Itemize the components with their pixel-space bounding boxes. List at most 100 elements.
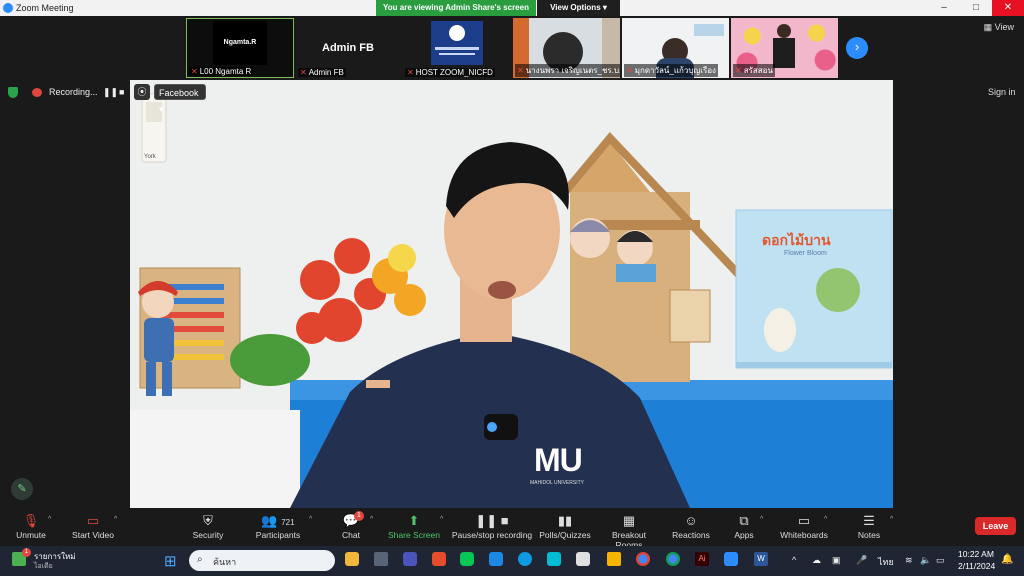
edge-browser-icon[interactable] [518, 552, 532, 566]
mic-muted-icon: ✕ [300, 68, 307, 77]
view-button[interactable]: ▦ View [984, 22, 1014, 33]
shirt-subtext: MAHIDOL UNIVERSITY [530, 480, 584, 486]
leave-button[interactable]: Leave [975, 517, 1016, 535]
word-app-icon[interactable]: W [754, 552, 768, 566]
search-icon: ⌕ [197, 554, 203, 565]
minimize-icon[interactable]: – [928, 0, 960, 16]
participants-chevron-icon[interactable]: ^ [309, 516, 312, 523]
nicfd-logo [431, 21, 483, 65]
video-off-icon: ▭ [86, 513, 100, 528]
apps-button[interactable]: ⧉ Apps [732, 513, 756, 540]
share-chevron-icon[interactable]: ^ [440, 516, 443, 523]
whiteboards-button[interactable]: ▭ Whiteboards [778, 513, 830, 540]
share-banner: You are viewing Admin Share's screen [376, 0, 536, 16]
audio-options-chevron-icon[interactable]: ^ [48, 516, 51, 523]
whiteboards-chevron-icon[interactable]: ^ [824, 516, 827, 523]
polls-label: Polls/Quizzes [539, 530, 591, 540]
unmute-button[interactable]: 🎙 Unmute [12, 513, 50, 540]
polls-icon: ▮▮ [557, 513, 573, 528]
illustrator-app-icon[interactable]: Ai [695, 552, 709, 566]
breakout-rooms-button[interactable]: ▦ Breakout Rooms [598, 513, 660, 550]
chat-chevron-icon[interactable]: ^ [370, 516, 373, 523]
app-icon[interactable] [547, 552, 561, 566]
polls-button[interactable]: ▮▮ Polls/Quizzes [538, 513, 592, 540]
unmute-label: Unmute [16, 530, 46, 540]
cloud-icon[interactable]: ☁ [812, 555, 821, 566]
windows-taskbar [0, 546, 1024, 576]
tray-app-icon[interactable]: ▣ [832, 555, 841, 566]
whiteboards-label: Whiteboards [780, 530, 828, 540]
participant-name: ✕ มุกดาวัลน์_แก้วบุญเรือง [624, 64, 718, 77]
participants-count: 721 [281, 518, 295, 527]
participant-tile[interactable]: ✕ สรัสสอน [731, 18, 838, 78]
app-icon[interactable] [432, 552, 446, 566]
participant-name: ✕ HOST ZOOM_NICFD [405, 68, 495, 77]
apps-chevron-icon[interactable]: ^ [760, 516, 763, 523]
notification-bell-icon[interactable]: 🔔 [1001, 554, 1013, 565]
annotate-pen-icon[interactable]: ✎ [11, 478, 33, 500]
taskbar-search-box[interactable]: ⌕ ค้นหา [189, 550, 335, 571]
input-language[interactable]: ไทย [878, 555, 894, 569]
mail-app-icon[interactable] [489, 552, 503, 566]
encryption-shield-icon[interactable] [8, 87, 18, 98]
pause-recording-label: Pause/stop recording [451, 530, 533, 540]
participants-label: Participants [255, 530, 301, 540]
clock-date[interactable]: 2/11/2024 [958, 561, 995, 571]
start-video-label: Start Video [72, 530, 114, 540]
share-screen-label: Share Screen [388, 530, 440, 540]
breakout-rooms-icon: ▦ [622, 513, 636, 528]
pause-stop-recording-button[interactable]: ❚❚ ■ Pause/stop recording [450, 513, 534, 540]
store-app-icon[interactable] [576, 552, 590, 566]
windows-start-icon[interactable]: ⊞ [164, 552, 177, 570]
view-options-label: View Options [550, 3, 601, 12]
participant-strip [0, 16, 1024, 80]
teams-app-icon[interactable] [403, 552, 417, 566]
battery-icon[interactable]: ▭ [936, 555, 945, 566]
wifi-icon[interactable]: ≋ [905, 555, 913, 566]
participant-tile[interactable]: ✕ มุกดาวัลน์_แก้วบุญเรือง [622, 18, 729, 78]
participant-tile[interactable]: Admin FB ✕ Admin FB [296, 18, 400, 78]
chrome-browser-icon[interactable] [666, 552, 680, 566]
shared-video: York MU MAHIDOL UNIVERSITY ดอกไม้บาน Flo… [130, 80, 893, 508]
search-placeholder: ค้นหา [213, 557, 237, 567]
view-options-button[interactable]: View Options ▾ [537, 0, 620, 16]
participant-tile[interactable]: ✕ HOST ZOOM_NICFD [403, 18, 511, 78]
volume-icon[interactable]: 🔈 [920, 555, 931, 566]
participant-tile[interactable]: Ngamta.R ✕ L00 Ngamta R [186, 18, 294, 78]
participants-button[interactable]: 👥 721 Participants [252, 513, 304, 540]
mic-muted-icon: ✕ [517, 66, 524, 75]
mic-muted-icon: 🎙 [22, 513, 40, 528]
task-view-icon[interactable] [374, 552, 388, 566]
close-icon[interactable]: ✕ [992, 0, 1024, 16]
start-video-button[interactable]: ▭ Start Video [66, 513, 120, 540]
maximize-icon[interactable]: □ [960, 0, 992, 16]
microphone-icon[interactable]: 🎤 [856, 555, 867, 566]
widgets-app-icon[interactable] [345, 552, 359, 566]
participant-name: ✕ สรัสสอน [733, 64, 775, 77]
notes-icon: ☰ [863, 513, 875, 528]
line-app-icon[interactable] [460, 552, 474, 566]
stop-icon[interactable]: ■ [119, 87, 124, 97]
zoom-app-icon[interactable] [724, 552, 738, 566]
facebook-livestream-button[interactable]: Facebook ▾ [154, 84, 206, 114]
pause-icon[interactable]: ❚❚ [103, 87, 118, 98]
window-title: Zoom Meeting [16, 3, 74, 13]
chat-badge: 1 [354, 511, 364, 521]
security-button[interactable]: ⛨ Security [188, 513, 228, 540]
sign-in-link[interactable]: Sign in [988, 87, 1016, 97]
video-options-chevron-icon[interactable]: ^ [114, 516, 117, 523]
mic-muted-icon: ✕ [626, 66, 633, 75]
clock-time[interactable]: 10:22 AM [958, 549, 994, 559]
share-screen-button[interactable]: ⬆ Share Screen [386, 513, 442, 540]
reactions-button[interactable]: ☺ Reactions [670, 513, 712, 540]
chrome-browser-icon[interactable] [636, 552, 650, 566]
next-page-button[interactable]: › [846, 37, 868, 59]
tile-text: Admin FB [322, 42, 374, 54]
live-stream-icon[interactable]: ⦿ [134, 84, 150, 100]
file-explorer-icon[interactable] [607, 552, 621, 566]
tray-overflow-icon[interactable]: ^ [792, 555, 796, 565]
share-screen-icon: ⬆ [408, 513, 420, 528]
participant-tile[interactable]: ✕ นางนพรา เจริญเนตร_ชร.บ... [513, 18, 620, 78]
notes-button[interactable]: ☰ Notes [854, 513, 884, 540]
notes-chevron-icon[interactable]: ^ [890, 516, 893, 523]
